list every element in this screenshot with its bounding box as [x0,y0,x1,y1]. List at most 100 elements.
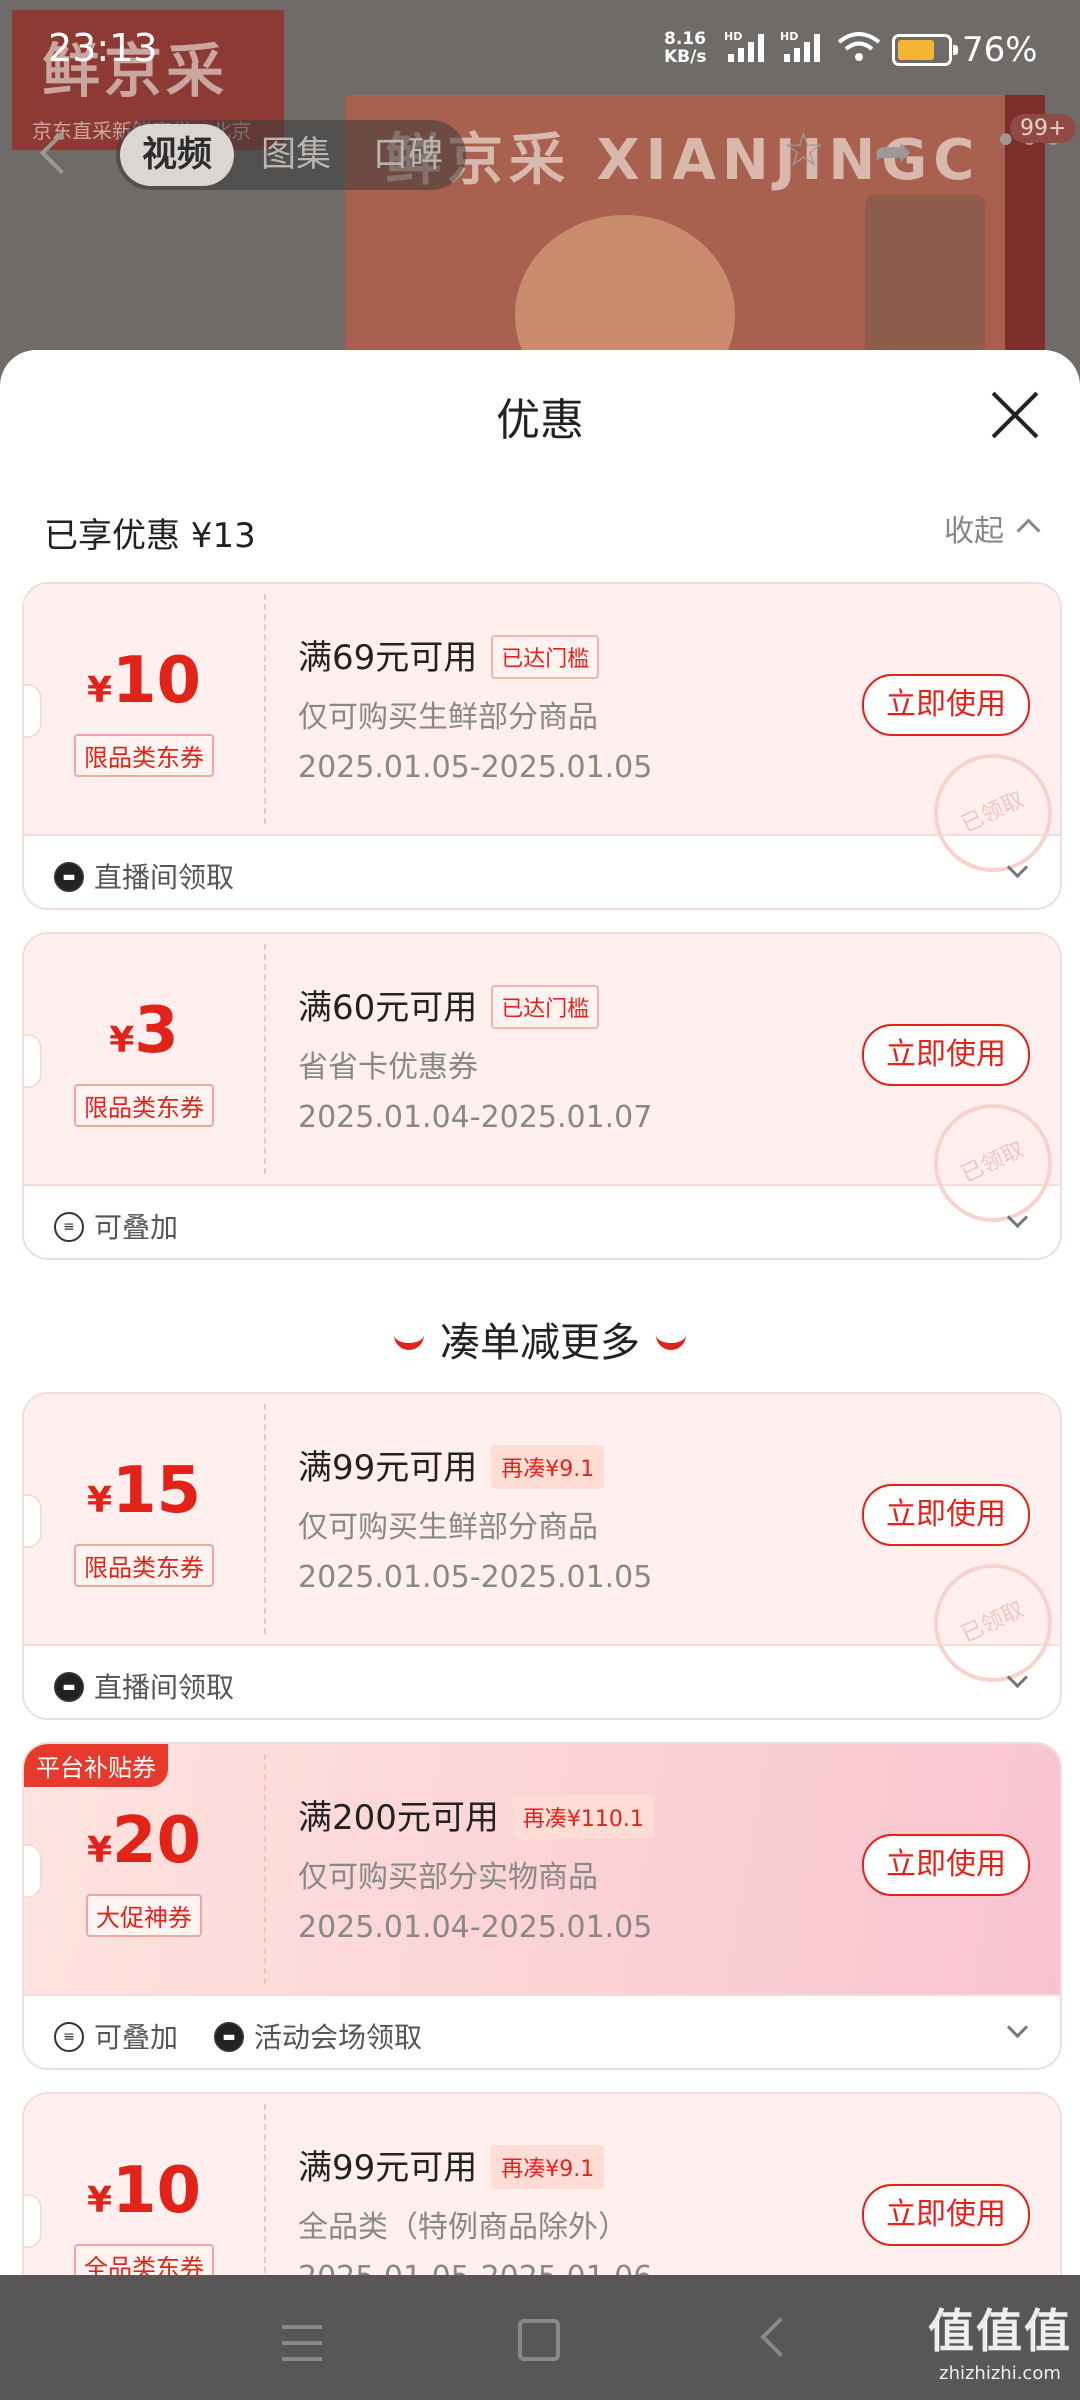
chevron-down-icon[interactable] [1006,2016,1029,2039]
footer-item-source: ▬ 直播间领取 [54,1666,234,1706]
notification-badge: 99+ [1010,114,1077,143]
discount-summary: 已享优惠 ¥13 [44,516,256,556]
share-icon[interactable]: ➦ [874,124,913,178]
coupon-divider [264,1754,266,1984]
smile-icon [394,1329,424,1350]
close-icon[interactable] [990,390,1040,440]
watermark: 值值值 zhizhizhi.com [928,2295,1072,2384]
coupon-divider [264,944,266,1174]
chevron-down-icon[interactable] [1006,1666,1029,1689]
ticket-icon: ▬ [54,862,84,892]
coupon-scope: 全品类（特例商品除外） [298,2210,628,2245]
coupon-body: ¥15 限品类东券 满99元可用 再凑¥9.1 仅可购买生鲜部分商品 2025.0… [24,1394,1060,1702]
ticket-icon: ▬ [214,2022,244,2052]
chevron-down-icon[interactable] [1006,1206,1029,1229]
coupon-divider [264,594,266,824]
battery-icon [892,34,958,66]
svg-text:HD: HD [780,30,798,43]
back-icon[interactable] [39,131,83,175]
favorite-star-icon[interactable]: ☆ [782,122,825,178]
coupon-sheet: 优惠 已享优惠 ¥13 收起 ¥10 限品类东券 满69元可用 已达门槛 仅可购买… [0,350,1080,2275]
coupon-amount: ¥3 [24,994,264,1068]
coupon-card: ¥15 限品类东券 满99元可用 再凑¥9.1 仅可购买生鲜部分商品 2025.0… [22,1392,1062,1720]
coupon-condition-text: 满69元可用 [298,638,478,678]
coupon-amount-value: 20 [112,1804,202,1878]
use-now-button[interactable]: 立即使用 [862,674,1030,736]
collapse-button[interactable]: 收起 [944,506,1004,550]
home-icon[interactable] [518,2319,560,2361]
stack-icon: ≡ [54,1212,84,1242]
chevron-up-icon[interactable] [1016,518,1041,543]
smile-icon [656,1329,686,1350]
wifi-icon [837,32,881,61]
coupon-type-label: 大促神券 [86,1894,202,1937]
sheet-title: 优惠 [496,395,584,446]
add-more-tag: 再凑¥110.1 [512,1794,654,1839]
coupon-amount-value: 10 [112,644,202,718]
footer-text: 可叠加 [94,1211,179,1244]
coupon-type-label: 全品类东券 [74,2244,214,2275]
menu-icon[interactable] [282,2325,322,2361]
add-more-tag: 再凑¥9.1 [491,2144,605,2189]
coupon-currency: ¥ [109,1020,135,1061]
coupon-divider [264,2104,266,2275]
coupon-card: 平台补贴券 ¥20 大促神券 满200元可用 再凑¥110.1 仅可购买部分实物商… [22,1742,1062,2070]
coupon-body: ¥10 限品类东券 满69元可用 已达门槛 仅可购买生鲜部分商品 2025.01.… [24,584,1060,892]
use-now-button[interactable]: 立即使用 [862,1834,1030,1896]
coupon-amount: ¥15 [24,1454,264,1528]
stack-icon: ≡ [54,2022,84,2052]
coupon-condition: 满99元可用 再凑¥9.1 [298,1440,605,1492]
coupon-scope: 仅可购买生鲜部分商品 [298,1510,598,1545]
coupon-condition: 满60元可用 已达门槛 [298,980,600,1032]
add-more-tag: 再凑¥9.1 [491,1444,605,1489]
coupon-body: ¥3 限品类东券 满60元可用 已达门槛 省省卡优惠券 2025.01.04-20… [24,934,1060,1242]
use-now-button[interactable]: 立即使用 [862,2184,1030,2246]
coupon-condition: 满99元可用 再凑¥9.1 [298,2140,605,2192]
system-navigation-bar: 值值值 zhizhizhi.com [0,2275,1080,2400]
watermark-logo: 值值值 [928,2304,1072,2358]
chevron-down-icon[interactable] [1006,856,1029,879]
clock: 23:13 [48,26,158,70]
product-navbar: 视频 图集 口碑 ☆ ➦ ••• 99+ [0,110,1080,200]
coupon-condition-text: 满99元可用 [298,1448,478,1488]
coupon-scope: 仅可购买生鲜部分商品 [298,700,598,735]
more-section-title: 凑单减更多 [0,1310,1080,1368]
coupon-footer[interactable]: ≡ 可叠加 [24,1186,1060,1256]
coupon-dates: 2025.01.04-2025.01.05 [298,1910,653,1945]
footer-text: 直播间领取 [94,1671,235,1704]
use-now-button[interactable]: 立即使用 [862,1024,1030,1086]
footer-item-source: ▬ 活动会场领取 [214,2016,422,2056]
footer-text: 直播间领取 [94,861,235,894]
coupon-footer[interactable]: ▬ 直播间领取 [24,1646,1060,1716]
coupon-dates: 2025.01.04-2025.01.07 [298,1100,653,1135]
coupon-currency: ¥ [86,2180,112,2221]
back-nav-icon[interactable] [760,2317,800,2357]
coupon-footer[interactable]: ▬ 直播间领取 [24,836,1060,906]
coupon-amount-value: 10 [112,2154,202,2228]
coupon-amount: ¥10 [24,644,264,718]
coupon-dates: 2025.01.05-2025.01.06 [298,2260,652,2275]
network-speed: 8.16 KB/s [664,30,706,66]
tab-gallery[interactable]: 图集 [246,120,346,190]
coupon-scope: 仅可购买部分实物商品 [298,1860,598,1895]
coupon-scope: 省省卡优惠券 [298,1050,478,1085]
coupon-type-label: 限品类东券 [74,1084,214,1127]
footer-text: 活动会场领取 [254,2021,423,2054]
threshold-tag: 已达门槛 [491,984,600,1029]
coupon-card: ¥10 全品类东券 满99元可用再凑¥9.1 全品类（特例商品除外） 2025.… [22,2092,1062,2275]
coupon-body: 平台补贴券 ¥20 大促神券 满200元可用 再凑¥110.1 仅可购买部分实物商… [24,1744,1060,1996]
coupon-amount-value: 15 [112,1454,202,1528]
network-speed-value: 8.16 [664,29,706,49]
footer-item-source: ▬ 直播间领取 [54,856,234,896]
use-now-button[interactable]: 立即使用 [862,1484,1030,1546]
coupon-body: ¥10 全品类东券 满99元可用再凑¥9.1 全品类（特例商品除外） 2025.… [24,2094,1060,2275]
coupon-card: ¥10 限品类东券 满69元可用 已达门槛 仅可购买生鲜部分商品 2025.01.… [22,582,1062,910]
coupon-card: ¥3 限品类东券 满60元可用 已达门槛 省省卡优惠券 2025.01.04-20… [22,932,1062,1260]
ticket-icon: ▬ [54,1672,84,1702]
watermark-url: zhizhizhi.com [939,2363,1061,2384]
battery-percent: 76% [962,30,1038,70]
tab-reviews[interactable]: 口碑 [358,120,458,190]
tab-video[interactable]: 视频 [120,124,234,186]
coupon-condition-text: 满99元可用 [298,2148,478,2188]
coupon-footer[interactable]: ≡ 可叠加 ▬ 活动会场领取 [24,1996,1060,2066]
